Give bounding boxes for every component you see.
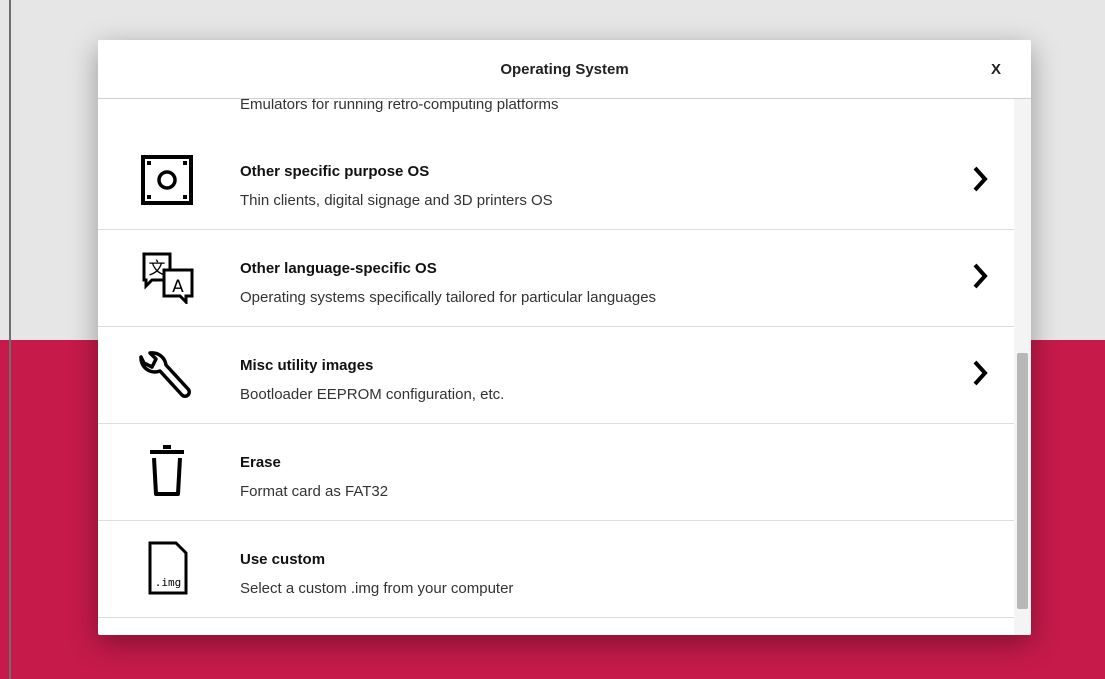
trash-icon bbox=[136, 444, 198, 498]
image-file-icon: .img bbox=[136, 541, 198, 595]
svg-text:.img: .img bbox=[155, 576, 182, 589]
list-item-other-language-specific-os[interactable]: 文 A Other language-specific OS Operating… bbox=[98, 230, 1014, 327]
list-item-description: Operating systems specifically tailored … bbox=[240, 289, 657, 306]
chevron-right-icon[interactable] bbox=[972, 359, 988, 387]
list-item-title: Other language-specific OS bbox=[240, 260, 437, 277]
dialog-header: Operating System X bbox=[98, 40, 1031, 99]
list-item-other-specific-purpose-os[interactable]: Other specific purpose OS Thin clients, … bbox=[98, 133, 1014, 230]
close-button[interactable]: X bbox=[991, 40, 1001, 98]
scrollbar-thumb[interactable] bbox=[1017, 353, 1028, 609]
list-item-description: Emulators for running retro-computing pl… bbox=[240, 99, 559, 113]
dialog-title: Operating System bbox=[500, 61, 629, 78]
list-item-title: Use custom bbox=[240, 551, 326, 568]
list-item-emulation[interactable]: Emulators for running retro-computing pl… bbox=[98, 99, 1014, 134]
list-item-description: Bootloader EEPROM configuration, etc. bbox=[240, 386, 505, 403]
chevron-right-icon[interactable] bbox=[972, 262, 988, 290]
list-item-title: Other specific purpose OS bbox=[240, 163, 430, 180]
list-item-misc-utility-images[interactable]: Misc utility images Bootloader EEPROM co… bbox=[98, 327, 1014, 424]
wrench-icon bbox=[136, 347, 198, 401]
list-item-title: Misc utility images bbox=[240, 357, 374, 374]
list-item-erase[interactable]: Erase Format card as FAT32 bbox=[98, 424, 1014, 521]
svg-text:A: A bbox=[172, 277, 184, 297]
list-item-use-custom[interactable]: .img Use custom Select a custom .img fro… bbox=[98, 521, 1014, 618]
list-item-title: Erase bbox=[240, 454, 281, 471]
list-item-description: Thin clients, digital signage and 3D pri… bbox=[240, 192, 553, 209]
list-item-description: Format card as FAT32 bbox=[240, 483, 389, 500]
game-controller-icon bbox=[136, 99, 198, 111]
list-scrollbar[interactable] bbox=[1014, 99, 1031, 635]
device-icon bbox=[136, 153, 198, 207]
os-selection-dialog: Emulators for running retro-computing pl… bbox=[98, 40, 1031, 635]
os-list[interactable]: Emulators for running retro-computing pl… bbox=[98, 99, 1014, 635]
list-item-description: Select a custom .img from your computer bbox=[240, 580, 514, 597]
translate-icon: 文 A bbox=[136, 250, 198, 306]
window-left-edge bbox=[9, 0, 11, 679]
chevron-right-icon[interactable] bbox=[972, 165, 988, 193]
